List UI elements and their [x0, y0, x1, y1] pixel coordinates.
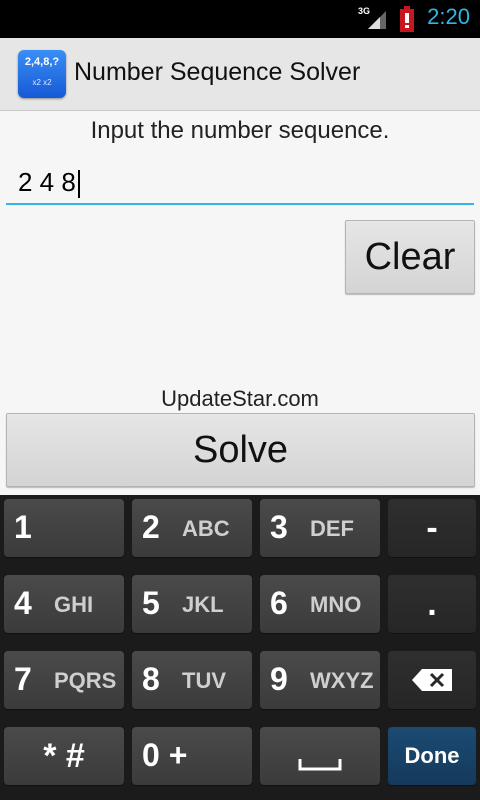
key-space[interactable]: [260, 727, 380, 785]
battery-alert-icon: [400, 6, 414, 32]
key-9-letters: WXYZ: [310, 668, 374, 693]
key-3-letters: DEF: [310, 516, 354, 541]
sequence-input-value: 2 4 8: [18, 167, 80, 199]
key-2-letters: ABC: [182, 516, 230, 541]
key-6-digit: 6: [270, 585, 288, 621]
key-1[interactable]: 1: [4, 499, 124, 557]
action-bar: 2,4,8,? x2 x2 Number Sequence Solver: [0, 38, 480, 111]
key-5-digit: 5: [142, 585, 160, 621]
solve-button[interactable]: Solve: [6, 413, 475, 487]
key-period[interactable]: .: [388, 575, 476, 633]
sequence-input-text: 2 4 8: [18, 167, 76, 197]
key-done-label: Done: [404, 743, 460, 768]
key-5-letters: JKL: [182, 592, 224, 617]
app-icon-text: 2,4,8,?: [24, 56, 60, 68]
app-title: Number Sequence Solver: [74, 58, 361, 86]
key-1-digit: 1: [14, 509, 32, 545]
key-backspace[interactable]: [388, 651, 476, 709]
key-8-letters: TUV: [182, 668, 226, 693]
numeric-keyboard: 1 2 ABC 3 DEF - 4 GHI 5 JKL 6 MNO . 7 PQ…: [0, 495, 480, 800]
status-time: 2:20: [427, 4, 470, 29]
key-2-digit: 2: [142, 509, 160, 545]
key-9-digit: 9: [270, 661, 288, 697]
watermark-text: UpdateStar.com: [161, 386, 319, 411]
app-icon[interactable]: 2,4,8,? x2 x2: [18, 50, 66, 98]
key-2[interactable]: 2 ABC: [132, 499, 252, 557]
sequence-input[interactable]: 2 4 8: [6, 163, 474, 205]
key-period-symbol: .: [427, 585, 437, 623]
signal-strength-icon: [368, 11, 386, 29]
space-bar-icon: [298, 759, 342, 771]
key-minus-symbol: -: [426, 509, 438, 547]
key-star-hash-symbol: * #: [43, 737, 85, 775]
key-6[interactable]: 6 MNO: [260, 575, 380, 633]
key-4[interactable]: 4 GHI: [4, 575, 124, 633]
key-8[interactable]: 8 TUV: [132, 651, 252, 709]
key-7-digit: 7: [14, 661, 32, 697]
key-done[interactable]: Done: [388, 727, 476, 785]
key-7-letters: PQRS: [54, 668, 117, 693]
key-0[interactable]: 0 +: [132, 727, 252, 785]
key-4-letters: GHI: [54, 592, 94, 617]
key-7[interactable]: 7 PQRS: [4, 651, 124, 709]
key-3[interactable]: 3 DEF: [260, 499, 380, 557]
backspace-icon: [412, 669, 452, 691]
key-minus[interactable]: -: [388, 499, 476, 557]
key-3-digit: 3: [270, 509, 288, 545]
key-9[interactable]: 9 WXYZ: [260, 651, 380, 709]
text-caret: [77, 170, 80, 199]
clear-button[interactable]: Clear: [345, 220, 475, 294]
key-0-digit: 0 +: [142, 737, 188, 773]
app-icon-subtext: x2 x2: [32, 78, 52, 87]
key-6-letters: MNO: [310, 592, 362, 617]
key-4-digit: 4: [14, 585, 32, 621]
key-5[interactable]: 5 JKL: [132, 575, 252, 633]
main-content: Input the number sequence. 2 4 8 Clear U…: [0, 111, 480, 495]
status-bar: 3G 2:20: [0, 0, 480, 38]
input-prompt: Input the number sequence.: [90, 117, 390, 144]
key-star-hash[interactable]: * #: [4, 727, 124, 785]
key-8-digit: 8: [142, 661, 160, 697]
